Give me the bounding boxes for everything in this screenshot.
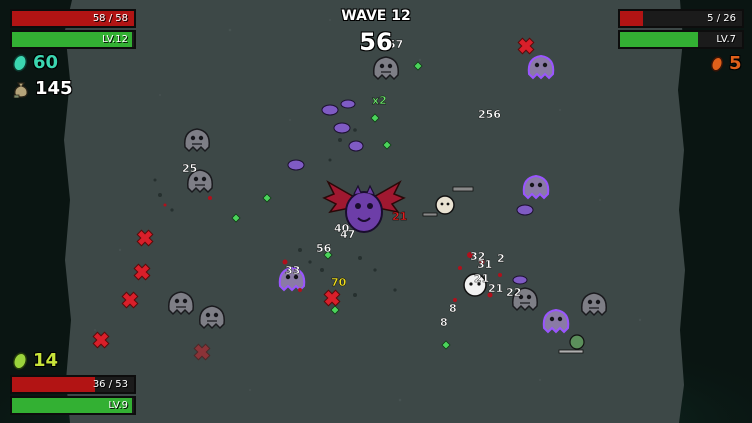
player2-health-bar: 5 / 26 <box>618 9 744 28</box>
damage-number: 21 <box>474 272 489 285</box>
enemy-elite-sprite <box>527 55 555 79</box>
damage-number: 47 <box>340 228 355 241</box>
damage-number: 25 <box>182 162 197 175</box>
damage-number: 2 <box>497 252 505 265</box>
player1-materials-count: 60 <box>33 52 59 73</box>
player2-health-text: 5 / 26 <box>707 13 736 24</box>
player1-level-text: LV.12 <box>102 34 128 45</box>
player3-health-text: 36 / 53 <box>92 379 128 390</box>
player2-xp-bar: LV.7 <box>618 30 744 49</box>
damage-number: 8 <box>440 316 448 329</box>
material-green-icon <box>12 351 28 370</box>
player3-health-fill <box>12 377 95 392</box>
player1-health-bar: 58 / 58 <box>10 9 136 28</box>
material-teal-icon <box>12 53 28 72</box>
damage-number: 32 <box>470 250 485 263</box>
player2-xp-fill <box>620 32 699 47</box>
player1-bag: 145 <box>12 78 73 99</box>
player2-health-fill <box>620 11 644 26</box>
damage-number: 8 <box>449 302 457 315</box>
player3-materials: 14 <box>12 350 58 371</box>
player3-health-bar: 36 / 53 <box>10 375 136 394</box>
enemy-sprite <box>581 292 607 316</box>
money-bag-icon <box>13 81 28 98</box>
player3-level-text: LV.9 <box>108 400 128 411</box>
damage-number: 21 <box>392 210 407 223</box>
player3-materials-count: 14 <box>33 350 59 371</box>
player1-materials: 60 <box>12 52 58 73</box>
game-arena: 57 x2 256 25 56 40 47 33 70 21 31 32 21 … <box>0 0 752 423</box>
player1-health-text: 58 / 58 <box>92 13 128 24</box>
player2-materials-count: 5 <box>729 53 742 74</box>
enemy-elite-sprite <box>542 309 570 333</box>
enemy-sprite <box>373 56 399 80</box>
damage-number: 22 <box>506 286 521 299</box>
enemy-sprite <box>199 305 225 329</box>
damage-number: 21 <box>488 282 503 295</box>
material-orange-icon <box>710 55 724 72</box>
player3-xp-bar: LV.9 <box>10 396 136 415</box>
player2-level-text: LV.7 <box>716 34 736 45</box>
damage-number: 70 <box>331 276 347 289</box>
enemy-elite-sprite <box>522 175 550 199</box>
damage-number: 256 <box>478 108 501 121</box>
enemy-sprite <box>168 291 194 315</box>
player1-bag-count: 145 <box>35 78 73 99</box>
damage-number: 33 <box>285 264 300 277</box>
player2-materials: 5 <box>710 53 742 74</box>
enemy-sprite <box>184 128 210 152</box>
player1-xp-bar: LV.12 <box>10 30 136 49</box>
damage-number: x2 <box>372 94 387 107</box>
damage-number: 56 <box>316 242 332 255</box>
